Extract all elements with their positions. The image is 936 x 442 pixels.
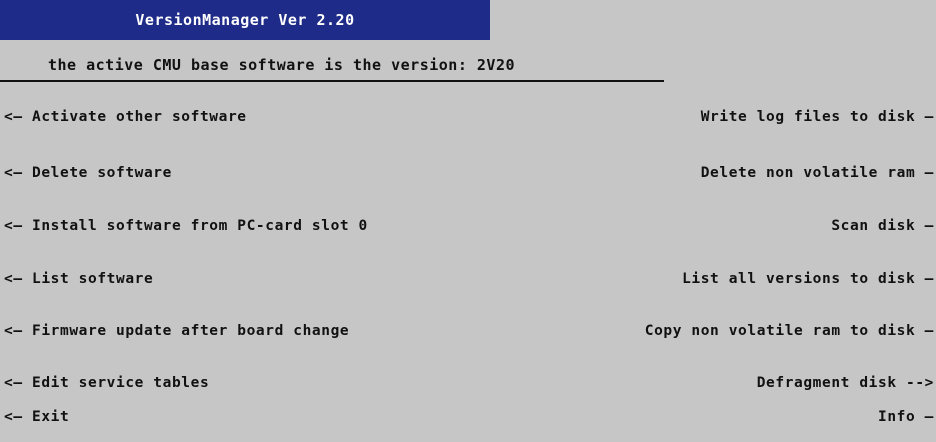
list-all-versions-button[interactable]: List all versions to disk — [682,271,934,287]
left-arrow-icon: <— [4,218,23,234]
version-manager-screen: VersionManager Ver 2.20 the active CMU b… [0,0,936,442]
menu-item-label: Delete non volatile ram [700,165,916,181]
delete-nvram-button[interactable]: Delete non volatile ram — [701,165,934,181]
info-button[interactable]: Info — [878,409,934,425]
install-software-button[interactable]: <— Install software from PC-card slot 0 [4,218,368,234]
left-arrow-icon: <— [4,271,23,287]
window-title: VersionManager Ver 2.20 [0,0,490,40]
right-arrow-icon: — [924,409,934,425]
menu-item-label: Copy non volatile ram to disk [644,323,916,339]
menu-item-label: Exit [32,409,70,425]
menu-item-label: Defragment disk [756,375,897,391]
delete-software-button[interactable]: <— Delete software [4,165,172,181]
activate-other-software-button[interactable]: <— Activate other software [4,109,247,125]
right-arrow-icon: — [924,109,934,125]
scan-disk-button[interactable]: Scan disk — [831,218,934,234]
edit-service-tables-button[interactable]: <— Edit service tables [4,375,209,391]
left-arrow-icon: <— [4,165,23,181]
right-arrow-icon: — [924,165,934,181]
write-log-files-button[interactable]: Write log files to disk — [701,109,934,125]
right-arrow-icon: — [924,323,934,339]
right-arrow-icon: — [924,218,934,234]
menu-item-label: List software [32,271,154,287]
menu-item-label: Edit service tables [32,375,210,391]
exit-button[interactable]: <— Exit [4,409,69,425]
firmware-update-button[interactable]: <— Firmware update after board change [4,323,349,339]
active-software-status: the active CMU base software is the vers… [48,56,516,74]
left-arrow-icon: <— [4,323,23,339]
list-software-button[interactable]: <— List software [4,271,153,287]
left-arrow-icon: <— [4,109,23,125]
menu-item-label: Write log files to disk [700,109,916,125]
status-divider [0,80,664,82]
menu-item-label: Install software from PC-card slot 0 [32,218,368,234]
menu-item-label: Info [877,409,916,425]
copy-nvram-button[interactable]: Copy non volatile ram to disk — [645,323,934,339]
menu-item-label: Activate other software [32,109,247,125]
right-arrow-icon: --> [906,375,934,391]
left-arrow-icon: <— [4,375,23,391]
menu-item-label: List all versions to disk [682,271,916,287]
defragment-disk-button[interactable]: Defragment disk --> [757,375,934,391]
menu-item-label: Firmware update after board change [32,323,350,339]
right-arrow-icon: — [924,271,934,287]
menu-item-label: Scan disk [831,218,916,234]
menu-item-label: Delete software [32,165,172,181]
left-arrow-icon: <— [4,409,23,425]
